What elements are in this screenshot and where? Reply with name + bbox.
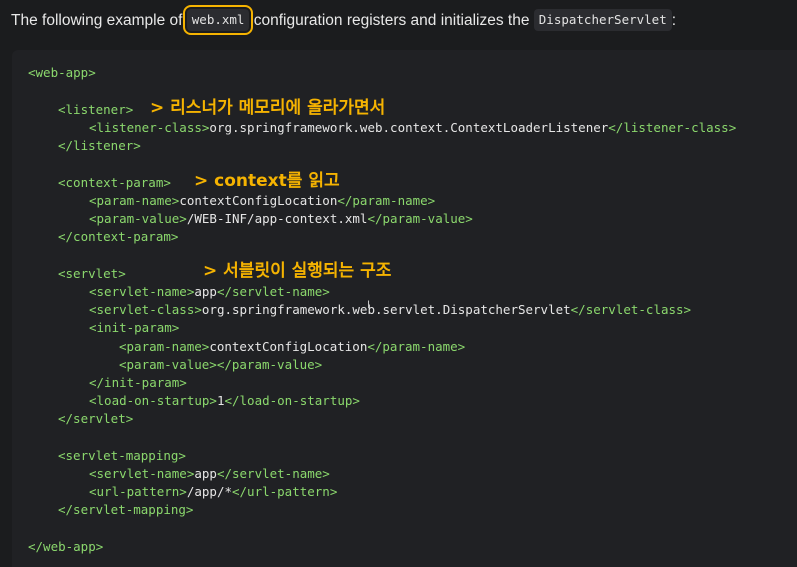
code-line-servlet-close: </servlet>: [58, 410, 133, 428]
code-line-servlet-class: <servlet-class>org.springframework.web.s…: [89, 301, 691, 319]
code-line-web-app-close: </web-app>: [28, 538, 103, 556]
value: contextConfigLocation: [209, 339, 368, 354]
tag: <init-param>: [89, 320, 180, 335]
tag: </url-pattern>: [232, 484, 338, 499]
code-line-init-param-value: <param-value></param-value>: [119, 356, 322, 374]
code-line-servlet-mapping-open: <servlet-mapping>: [58, 447, 186, 465]
tag: <param-name>: [119, 339, 210, 354]
value: app: [194, 466, 217, 481]
code-line-listener-open: <listener>: [58, 101, 133, 119]
tag: </context-param>: [58, 229, 179, 244]
tag: <context-param>: [58, 175, 171, 190]
tag: <servlet>: [58, 266, 126, 281]
tag: <servlet-class>: [89, 302, 202, 317]
tag: </listener-class>: [608, 120, 737, 135]
annotation-listener: > 리스너가 메모리에 올라가면서: [150, 98, 386, 118]
tag: </web-app>: [28, 539, 104, 554]
code-line-context-param-close: </context-param>: [58, 228, 178, 246]
value: org.springframework.web.context.ContextL…: [209, 120, 609, 135]
tag: </listener>: [58, 138, 141, 153]
code-line-init-param-name: <param-name>contextConfigLocation</param…: [119, 338, 465, 356]
value: app: [194, 284, 217, 299]
tag: <servlet-name>: [89, 466, 195, 481]
code-block[interactable]: <web-app> <listener> > 리스너가 메모리에 올라가면서 <…: [12, 50, 797, 567]
annotation-servlet: > 서블릿이 실행되는 구조: [203, 261, 392, 281]
code-line-param-name: <param-name>contextConfigLocation</param…: [89, 192, 435, 210]
annotation-context: > context를 읽고: [194, 171, 340, 191]
intro-text-middle: configuration registers and initializes …: [249, 12, 534, 29]
dispatcher-servlet-inline-code: DispatcherServlet: [533, 9, 672, 31]
code-line-web-app-open: <web-app>: [28, 64, 96, 82]
tag: </servlet>: [58, 411, 134, 426]
value: /app/*: [186, 484, 232, 499]
value: org.springframework.web.servlet.Dispatch…: [201, 302, 571, 317]
code-line-mapping-servlet-name: <servlet-name>app</servlet-name>: [89, 465, 330, 483]
tag: <web-app>: [28, 65, 96, 80]
code-line-init-param-open: <init-param>: [89, 319, 179, 337]
code-line-context-param-open: <context-param>: [58, 174, 171, 192]
tag: </load-on-startup>: [224, 393, 360, 408]
tag: </param-name>: [367, 339, 466, 354]
code-line-servlet-mapping-close: </servlet-mapping>: [58, 501, 193, 519]
code-line-listener-class: <listener-class>org.springframework.web.…: [89, 119, 736, 137]
tag: </init-param>: [89, 375, 187, 390]
intro-text-after: :: [671, 12, 677, 29]
code-line-load-on-startup: <load-on-startup>1</load-on-startup>: [89, 392, 360, 410]
intro-paragraph: The following example of web.xml configu…: [11, 5, 791, 35]
tag: </servlet-name>: [216, 284, 330, 299]
tag: <listener-class>: [89, 120, 210, 135]
text-cursor-icon: I: [367, 299, 371, 311]
code-line-param-value: <param-value>/WEB-INF/app-context.xml</p…: [89, 210, 473, 228]
code-line-url-pattern: <url-pattern>/app/*</url-pattern>: [89, 483, 337, 501]
tag: <servlet-name>: [89, 284, 195, 299]
tag: <param-value></param-value>: [119, 357, 323, 372]
tag: </param-name>: [337, 193, 436, 208]
code-line-listener-close: </listener>: [58, 137, 141, 155]
tag: </servlet-class>: [570, 302, 692, 317]
tag: <param-name>: [89, 193, 180, 208]
tag: <servlet-mapping>: [58, 448, 186, 463]
intro-text-before: The following example of: [11, 12, 187, 29]
code-line-init-param-close: </init-param>: [89, 374, 187, 392]
code-line-servlet-name: <servlet-name>app</servlet-name>: [89, 283, 330, 301]
tag: </servlet-name>: [216, 466, 330, 481]
tag: </param-value>: [367, 211, 473, 226]
tag: </servlet-mapping>: [58, 502, 194, 517]
tag: <param-value>: [89, 211, 187, 226]
tag: <url-pattern>: [89, 484, 187, 499]
tag: <listener>: [58, 102, 134, 117]
code-line-servlet-open: <servlet>: [58, 265, 126, 283]
value: /WEB-INF/app-context.xml: [186, 211, 368, 226]
tag: <load-on-startup>: [89, 393, 217, 408]
value: contextConfigLocation: [179, 193, 338, 208]
web-xml-inline-code: web.xml: [182, 5, 254, 35]
